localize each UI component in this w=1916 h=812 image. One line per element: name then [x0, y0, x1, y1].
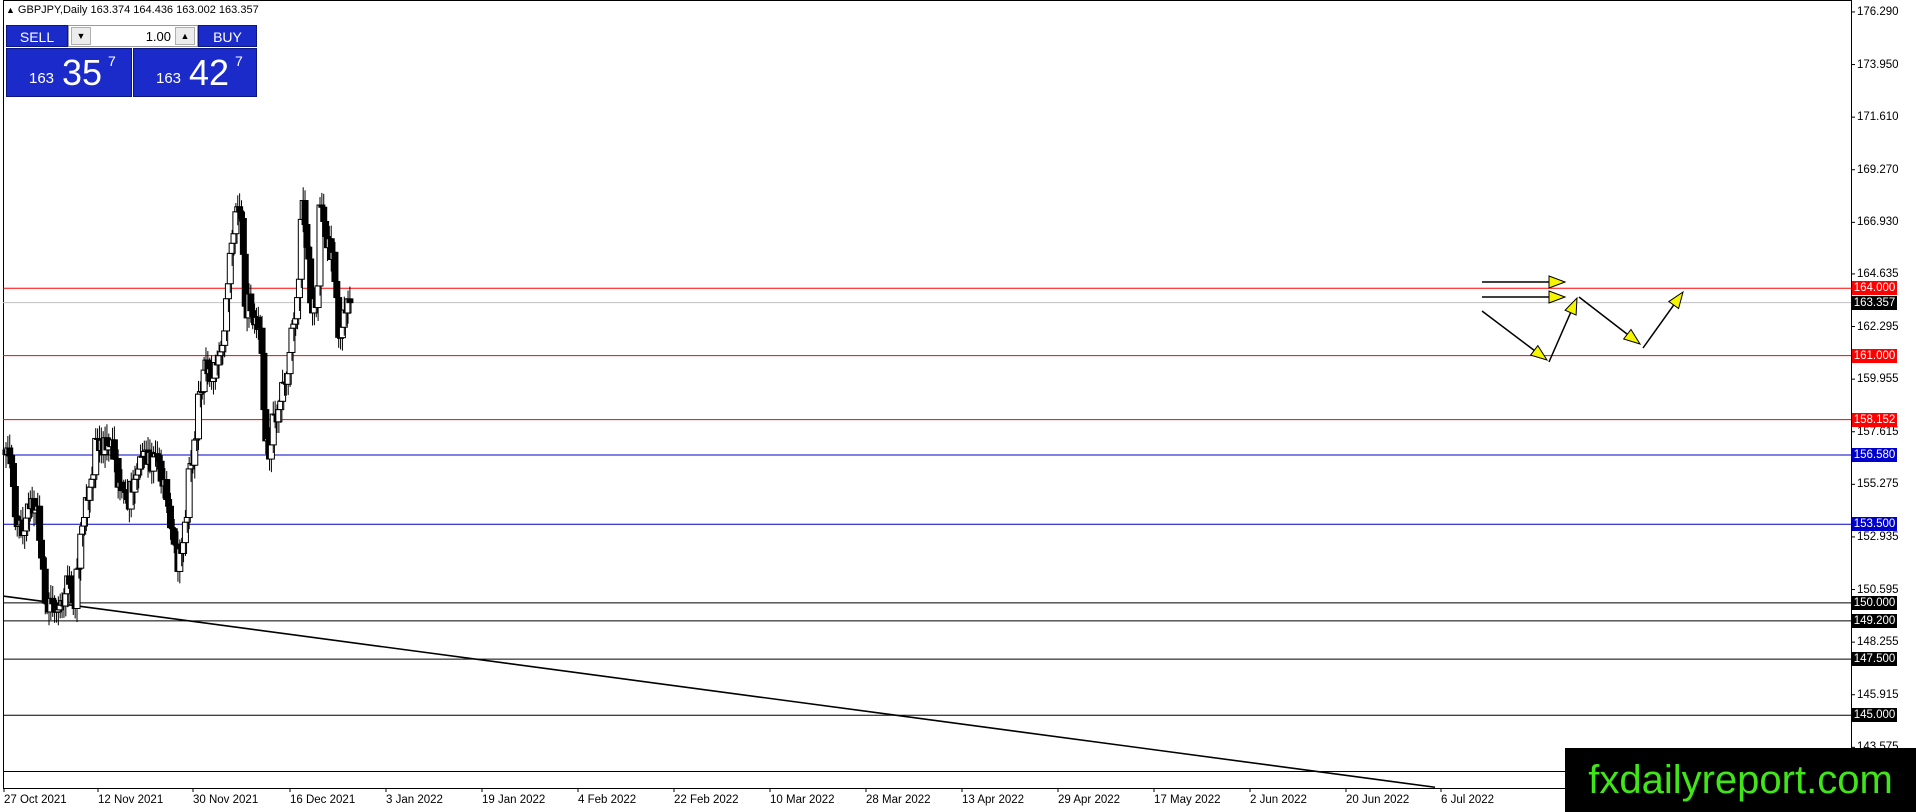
level-tag-156.580: 156.580	[1852, 447, 1897, 462]
projection-arrow-head-icon	[1622, 328, 1642, 345]
level-tag-149.200: 149.200	[1852, 613, 1897, 628]
level-tag-158.152: 158.152	[1852, 412, 1897, 427]
lot-decrease-icon[interactable]: ▼	[71, 27, 91, 45]
projection-arrow[interactable]	[1481, 310, 1549, 361]
lot-size-input[interactable]	[93, 26, 173, 46]
trendline-layer	[3, 595, 1436, 789]
projection-arrow-head-icon	[1529, 344, 1549, 361]
level-tag-164.000: 164.000	[1852, 281, 1897, 296]
watermark-logo: fxdailyreport.com	[1565, 748, 1916, 812]
x-tick-label: 17 May 2022	[1154, 794, 1221, 806]
x-tick-label: 30 Nov 2021	[193, 794, 259, 806]
x-tick-label: 2 Jun 2022	[1250, 794, 1307, 806]
projection-arrow-head-icon	[1564, 296, 1578, 316]
y-tick-label: 145.915	[1857, 688, 1899, 701]
y-tick-label: 148.255	[1857, 636, 1899, 649]
x-tick-label: 12 Nov 2021	[98, 794, 164, 806]
projection-arrow-shaft	[1481, 310, 1535, 351]
y-tick-label: 166.930	[1857, 216, 1899, 229]
projection-arrow-head-icon	[1667, 290, 1684, 310]
x-tick-label: 13 Apr 2022	[962, 794, 1025, 806]
x-tick-label: 3 Jan 2022	[386, 794, 443, 806]
buy-price-fraction: 7	[235, 53, 243, 69]
projection-arrow[interactable]	[1578, 296, 1642, 345]
projection-arrow-shaft	[1642, 304, 1675, 349]
sell-price-prefix: 163	[29, 70, 55, 87]
candle[interactable]	[346, 298, 354, 304]
lot-increase-icon[interactable]: ▲	[175, 27, 195, 45]
symbol-header: ▲ GBPJPY,Daily 163.374 164.436 163.002 16…	[6, 4, 259, 16]
sell-price-fraction: 7	[108, 53, 116, 69]
y-tick-label: 164.635	[1857, 267, 1899, 280]
buy-price-pips: 42	[189, 52, 230, 93]
current-price-tag: 163.357	[1852, 295, 1897, 310]
y-tick-label: 159.955	[1857, 373, 1899, 386]
projection-arrow[interactable]	[1482, 290, 1567, 304]
sell-price-pips: 35	[62, 52, 103, 93]
buy-button[interactable]: BUY	[198, 25, 257, 47]
y-tick-label: 150.595	[1857, 583, 1899, 596]
x-tick-label: 27 Oct 2021	[4, 794, 67, 806]
x-tick-label: 29 Apr 2022	[1058, 794, 1121, 806]
level-tag-145.000: 145.000	[1852, 708, 1897, 723]
y-tick-label: 176.290	[1857, 5, 1899, 18]
symbol-ohlc-text: GBPJPY,Daily 163.374 164.436 163.002 163…	[17, 4, 259, 16]
x-tick-label: 28 Mar 2022	[866, 794, 931, 806]
y-tick-label: 157.615	[1857, 425, 1899, 438]
x-tick-label: 4 Feb 2022	[578, 794, 637, 806]
level-tag-161.000: 161.000	[1852, 348, 1897, 363]
y-tick-label: 169.270	[1857, 163, 1899, 176]
x-tick-label: 6 Jul 2022	[1441, 794, 1495, 806]
projection-arrow[interactable]	[1548, 296, 1578, 363]
buy-price-quote[interactable]: 163 42 7	[133, 48, 257, 97]
one-click-trading-panel: SELL ▼ ▲ BUY 163 35 7 163 42 7	[6, 25, 257, 97]
x-tick-label: 19 Jan 2022	[482, 794, 546, 806]
x-tick-label: 22 Feb 2022	[674, 794, 739, 806]
candles-layer	[2, 187, 354, 626]
y-tick-label: 152.935	[1857, 530, 1899, 543]
projection-arrows	[1481, 275, 1684, 363]
lot-size-field: ▼ ▲	[68, 25, 198, 47]
buy-price-prefix: 163	[156, 70, 182, 87]
y-tick-label: 162.295	[1857, 320, 1899, 333]
projection-arrow-head-icon	[1548, 275, 1567, 289]
x-tick-label: 20 Jun 2022	[1346, 794, 1410, 806]
levels-layer	[3, 287, 1851, 772]
price-chart[interactable]	[0, 0, 1916, 812]
projection-arrow-head-icon	[1548, 290, 1567, 304]
level-tag-150.000: 150.000	[1852, 595, 1897, 610]
y-tick-label: 173.950	[1857, 58, 1899, 71]
x-tick-label: 10 Mar 2022	[770, 794, 835, 806]
sell-button[interactable]: SELL	[6, 25, 68, 47]
projection-arrow[interactable]	[1482, 275, 1567, 289]
sell-price-quote[interactable]: 163 35 7	[6, 48, 132, 97]
collapse-triangle-icon[interactable]: ▲	[6, 5, 15, 15]
projection-arrow-shaft	[1548, 312, 1572, 363]
projection-arrow[interactable]	[1642, 290, 1684, 349]
level-tag-147.500: 147.500	[1852, 652, 1897, 667]
descending-trendline[interactable]	[3, 595, 1436, 789]
y-tick-label: 171.610	[1857, 111, 1899, 124]
y-tick-label: 155.275	[1857, 478, 1899, 491]
level-tag-153.500: 153.500	[1852, 517, 1897, 532]
x-tick-label: 16 Dec 2021	[290, 794, 356, 806]
